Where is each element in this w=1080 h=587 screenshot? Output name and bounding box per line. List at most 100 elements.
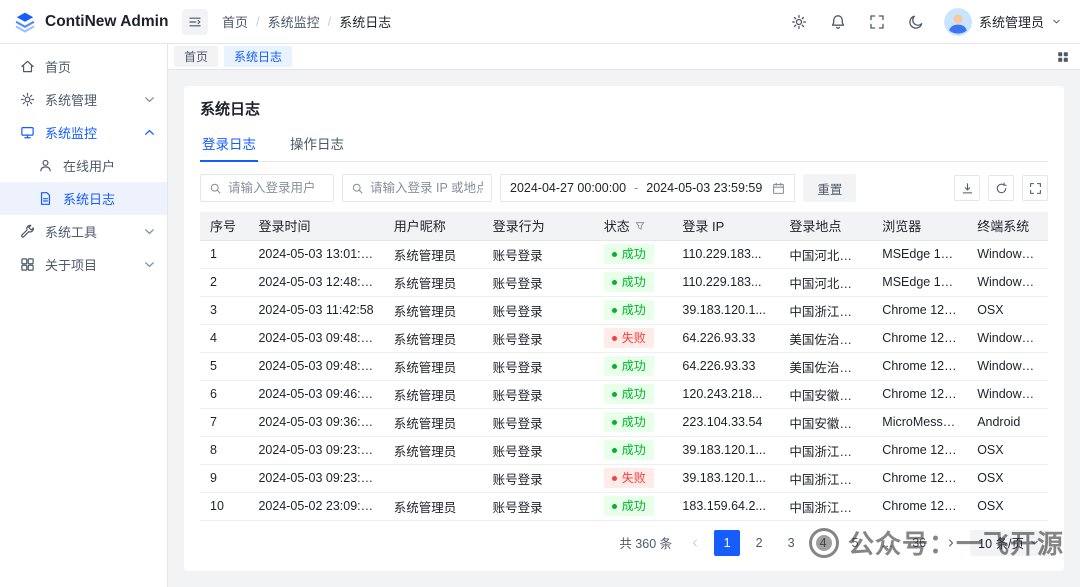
page-tab-system-logs[interactable]: 系统日志 — [224, 46, 292, 67]
date-end-value[interactable]: 2024-05-03 23:59:59 — [646, 181, 762, 195]
page-size-value: 10 条/页 — [978, 533, 1024, 552]
sidebar-item-system-tools[interactable]: 系统工具 — [0, 215, 167, 248]
col-os: 终端系统 — [967, 212, 1048, 240]
page-button[interactable]: 2 — [746, 530, 772, 556]
sidebar-collapse-button[interactable] — [182, 9, 208, 35]
col-login-ip: 登录 IP — [672, 212, 779, 240]
cell-os: Windows 10 — [967, 380, 1048, 408]
tab-operation-logs[interactable]: 操作日志 — [288, 127, 346, 161]
date-separator: - — [634, 181, 638, 195]
table-row: 42024-05-03 09:48:17系统管理员账号登录失败64.226.93… — [200, 324, 1048, 352]
page-size-select[interactable]: 10 条/页 — [970, 530, 1048, 556]
sidebar-item-about-project[interactable]: 关于项目 — [0, 248, 167, 281]
date-start-value[interactable]: 2024-04-27 00:00:00 — [510, 181, 626, 195]
cell-nickname: 系统管理员 — [384, 240, 483, 268]
breadcrumb-item-monitor[interactable]: 系统监控 — [268, 12, 320, 31]
refresh-button[interactable] — [988, 175, 1014, 201]
cell-location: 美国佐治亚亚... — [779, 324, 872, 352]
page-button[interactable]: 36 — [906, 530, 932, 556]
table-row: 72024-05-03 09:36:31系统管理员账号登录成功223.104.3… — [200, 408, 1048, 436]
column-label: 状态 — [604, 216, 630, 235]
cell-login-time: 2024-05-02 23:09:49 — [248, 492, 383, 520]
prev-page-button[interactable] — [682, 530, 708, 556]
column-label: 终端系统 — [977, 219, 1029, 234]
grid-icon — [1056, 50, 1070, 64]
sidebar-item-home[interactable]: 首页 — [0, 50, 167, 83]
page-button[interactable]: 1 — [714, 530, 740, 556]
table-fullscreen-button[interactable] — [1022, 175, 1048, 201]
breadcrumb: 首页 / 系统监控 / 系统日志 — [222, 12, 391, 31]
status-badge: 成功 — [604, 496, 654, 516]
login-ip-search[interactable] — [342, 174, 492, 202]
status-badge: 成功 — [604, 272, 654, 292]
cell-login-ip: 120.243.218... — [672, 380, 779, 408]
cell-nickname: 系统管理员 — [384, 492, 483, 520]
col-status: 状态 — [594, 212, 673, 240]
sidebar-item-system-logs[interactable]: 系统日志 — [0, 182, 167, 215]
cell-index: 8 — [200, 436, 248, 464]
app-logo-area[interactable]: ContiNew Admin — [0, 0, 168, 43]
cell-nickname: 系统管理员 — [384, 268, 483, 296]
cell-login-ip: 39.183.120.1... — [672, 436, 779, 464]
filter-icon[interactable] — [634, 220, 646, 232]
expand-icon — [1029, 182, 1042, 195]
status-dot — [612, 420, 617, 425]
page-button[interactable]: 5 — [842, 530, 868, 556]
table-row: 32024-05-03 11:42:58系统管理员账号登录成功39.183.12… — [200, 296, 1048, 324]
cell-location: 中国浙江省杭... — [779, 492, 872, 520]
cell-status: 成功 — [594, 436, 673, 464]
table-row: 22024-05-03 12:48:19系统管理员账号登录成功110.229.1… — [200, 268, 1048, 296]
pagination: 共 360 条 12345…36 10 条/页 — [200, 530, 1048, 556]
cell-nickname — [384, 464, 483, 492]
cell-location: 中国安徽省合... — [779, 408, 872, 436]
tab-login-logs[interactable]: 登录日志 — [200, 127, 258, 161]
page-tabs-bar: 首页 系统日志 — [168, 44, 1080, 70]
next-page-button[interactable] — [938, 530, 964, 556]
settings-button[interactable] — [788, 11, 810, 33]
fullscreen-button[interactable] — [866, 11, 888, 33]
page-button[interactable]: 3 — [778, 530, 804, 556]
cell-login-time: 2024-05-03 09:23:00 — [248, 464, 383, 492]
notifications-button[interactable] — [827, 11, 849, 33]
calendar-icon — [772, 182, 785, 195]
page-button[interactable]: 4 — [810, 530, 836, 556]
theme-toggle-button[interactable] — [905, 11, 927, 33]
breadcrumb-separator: / — [328, 14, 332, 29]
status-badge: 成功 — [604, 300, 654, 320]
sidebar-item-system-monitor[interactable]: 系统监控 — [0, 116, 167, 149]
sidebar-item-label: 关于项目 — [45, 255, 132, 274]
status-dot — [612, 448, 617, 453]
breadcrumb-item-home[interactable]: 首页 — [222, 12, 248, 31]
export-button[interactable] — [954, 175, 980, 201]
column-label: 登录 IP — [682, 219, 724, 234]
cell-os: Android — [967, 408, 1048, 436]
col-login-time: 登录时间 — [248, 212, 383, 240]
page-tab-home[interactable]: 首页 — [174, 46, 218, 67]
table-header: 序号 登录时间 用户昵称 登录行为 状态 登录 IP 登录 — [200, 212, 1048, 240]
tabs-menu-button[interactable] — [1056, 50, 1070, 64]
cell-index: 7 — [200, 408, 248, 436]
chevron-down-icon — [1051, 16, 1062, 27]
cell-browser: MSEdge 124... — [872, 240, 967, 268]
status-badge: 成功 — [604, 412, 654, 432]
sidebar-item-system-management[interactable]: 系统管理 — [0, 83, 167, 116]
cell-login-time: 2024-05-03 09:48:09 — [248, 352, 383, 380]
sidebar-item-online-users[interactable]: 在线用户 — [0, 149, 167, 182]
home-icon — [20, 59, 35, 74]
cell-nickname: 系统管理员 — [384, 436, 483, 464]
user-menu[interactable]: 系统管理员 — [944, 8, 1062, 36]
cell-location: 中国浙江省杭... — [779, 436, 872, 464]
col-nickname: 用户昵称 — [384, 212, 483, 240]
reset-button[interactable]: 重置 — [803, 174, 856, 202]
page-title: 系统日志 — [200, 98, 1048, 119]
page-numbers: 12345…36 — [714, 530, 932, 556]
login-ip-input[interactable] — [370, 181, 483, 195]
cell-status: 失败 — [594, 464, 673, 492]
date-range-picker[interactable]: 2024-04-27 00:00:00 - 2024-05-03 23:59:5… — [500, 174, 795, 202]
login-user-input[interactable] — [228, 181, 325, 195]
login-user-search[interactable] — [200, 174, 334, 202]
cell-behavior: 账号登录 — [483, 324, 594, 352]
cell-index: 2 — [200, 268, 248, 296]
bell-icon — [830, 14, 846, 30]
cell-browser: Chrome 123... — [872, 436, 967, 464]
